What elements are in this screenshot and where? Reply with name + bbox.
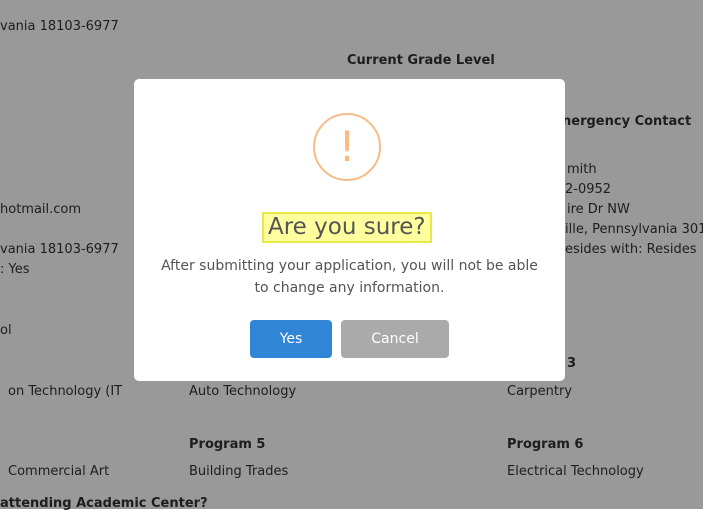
- cancel-button[interactable]: Cancel: [341, 320, 449, 358]
- dialog-title: Are you sure?: [262, 212, 432, 243]
- yes-button[interactable]: Yes: [250, 320, 332, 358]
- warning-icon: !: [313, 113, 381, 181]
- dialog-message: After submitting your application, you w…: [161, 258, 538, 296]
- confirmation-dialog: ! Are you sure? After submitting your ap…: [134, 79, 565, 381]
- exclamation-mark: !: [338, 122, 356, 171]
